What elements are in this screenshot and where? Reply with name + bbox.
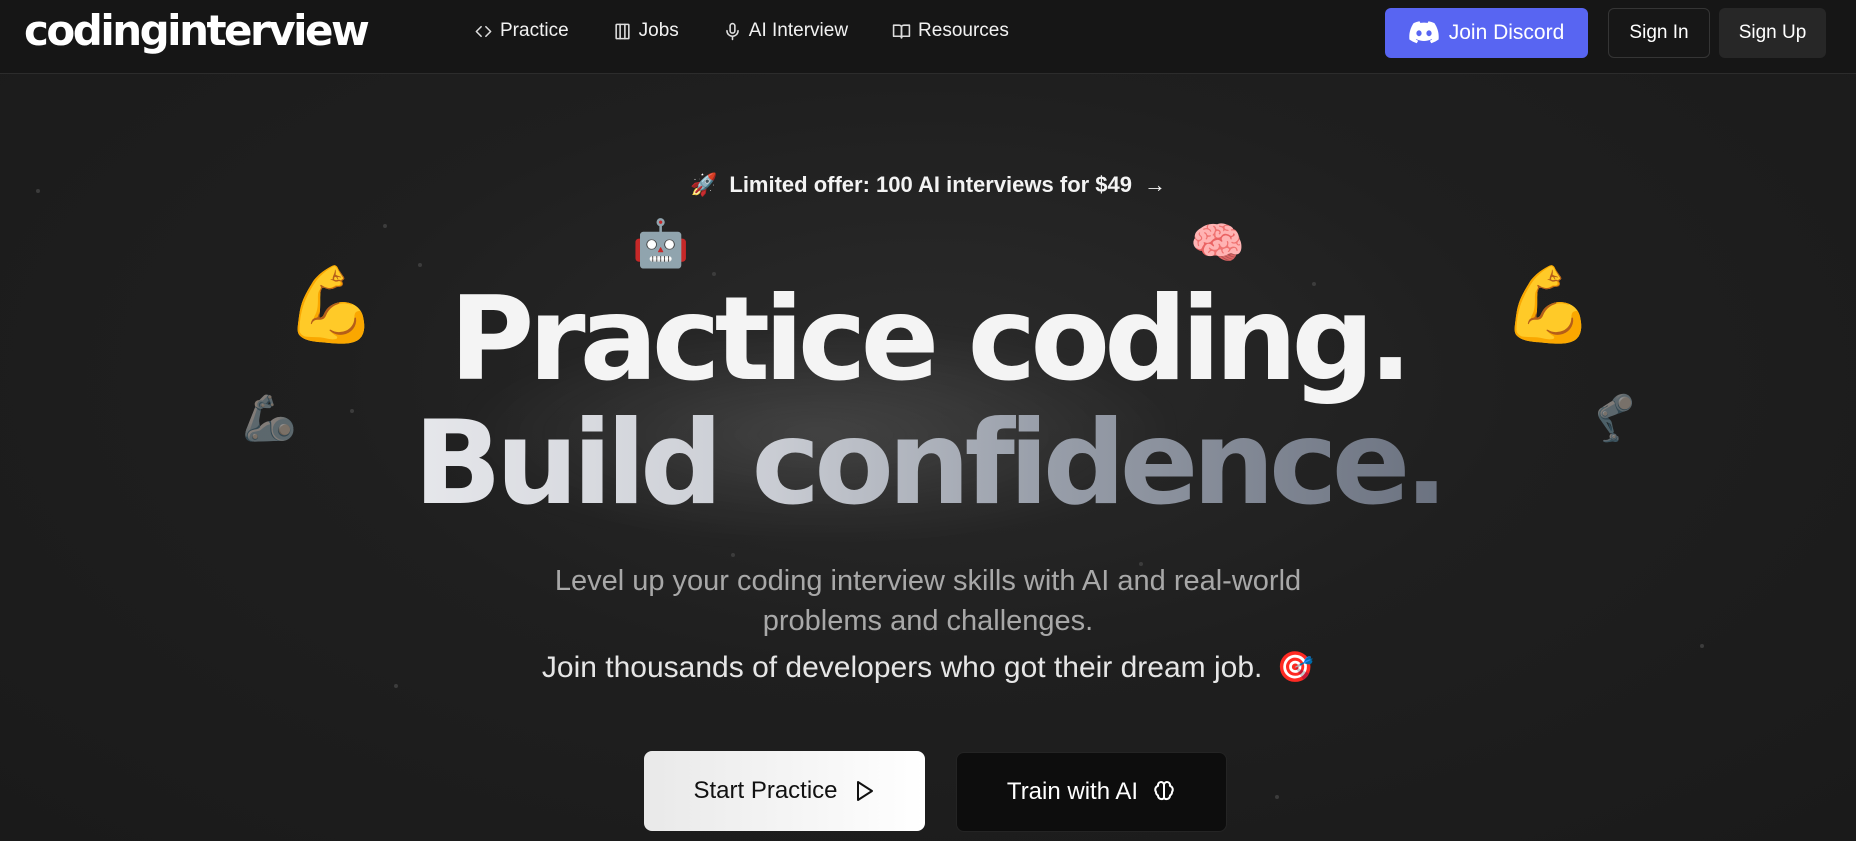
- train-with-ai-label: Train with AI: [1006, 778, 1139, 805]
- rocket-icon: 🚀: [689, 172, 718, 197]
- background-dot: [383, 224, 387, 228]
- headline-line-2: Build confidence.: [0, 404, 1856, 524]
- microphone-icon: [725, 22, 739, 40]
- nav-link-label: Jobs: [638, 20, 679, 41]
- start-practice-label: Start Practice: [693, 777, 838, 804]
- background-dot: [1700, 644, 1704, 648]
- join-text: Join thousands of developers who got the…: [541, 651, 1263, 684]
- headline-line-2-text: Build confidence.: [413, 396, 1449, 531]
- join-developers-text: Join thousands of developers who got the…: [0, 650, 1856, 685]
- arrow-right-icon: →: [1144, 172, 1167, 197]
- background-dot: [418, 263, 422, 267]
- nav-link-practice[interactable]: Practice: [474, 20, 569, 42]
- background-dot: [731, 553, 735, 557]
- join-discord-button[interactable]: Join Discord: [1385, 8, 1588, 58]
- play-icon: [856, 781, 873, 801]
- nav-link-jobs[interactable]: Jobs: [613, 20, 679, 42]
- logo[interactable]: codinginterview: [24, 6, 370, 55]
- book-icon: [892, 23, 911, 39]
- code-icon: [475, 25, 492, 37]
- hero-subtitle: Level up your coding interview skills wi…: [554, 565, 1302, 637]
- discord-icon: [1408, 21, 1439, 44]
- sign-in-button[interactable]: Sign In: [1608, 8, 1710, 58]
- top-navbar: codinginterview Practice Jobs AI Intervi…: [0, 0, 1856, 74]
- brain-emoji: 🧠: [1190, 219, 1245, 268]
- building-icon: [615, 23, 630, 39]
- robot-emoji: 🤖: [632, 217, 690, 269]
- target-icon: 🎯: [1276, 651, 1315, 684]
- background-dot: [1275, 795, 1279, 799]
- join-discord-label: Join Discord: [1448, 21, 1565, 44]
- train-with-ai-button[interactable]: Train with AI: [956, 752, 1227, 832]
- limited-offer-text: Limited offer: 100 AI interviews for $49: [729, 172, 1133, 197]
- page: codinginterview Practice Jobs AI Intervi…: [0, 0, 1856, 841]
- nav-link-label: Resources: [918, 20, 1009, 41]
- sign-up-button[interactable]: Sign Up: [1719, 8, 1826, 58]
- nav-link-resources[interactable]: Resources: [892, 20, 1009, 42]
- headline-line-1: Practice coding.: [449, 272, 1412, 407]
- limited-offer-banner[interactable]: 🚀 Limited offer: 100 AI interviews for $4…: [0, 172, 1856, 198]
- start-practice-button[interactable]: Start Practice: [644, 751, 925, 831]
- nav-link-label: Practice: [500, 20, 569, 41]
- nav-link-ai-interview[interactable]: AI Interview: [723, 20, 848, 42]
- brain-icon: [1154, 781, 1174, 801]
- nav-links: Practice Jobs AI Interview Resources: [474, 20, 1009, 42]
- nav-link-label: AI Interview: [748, 20, 849, 41]
